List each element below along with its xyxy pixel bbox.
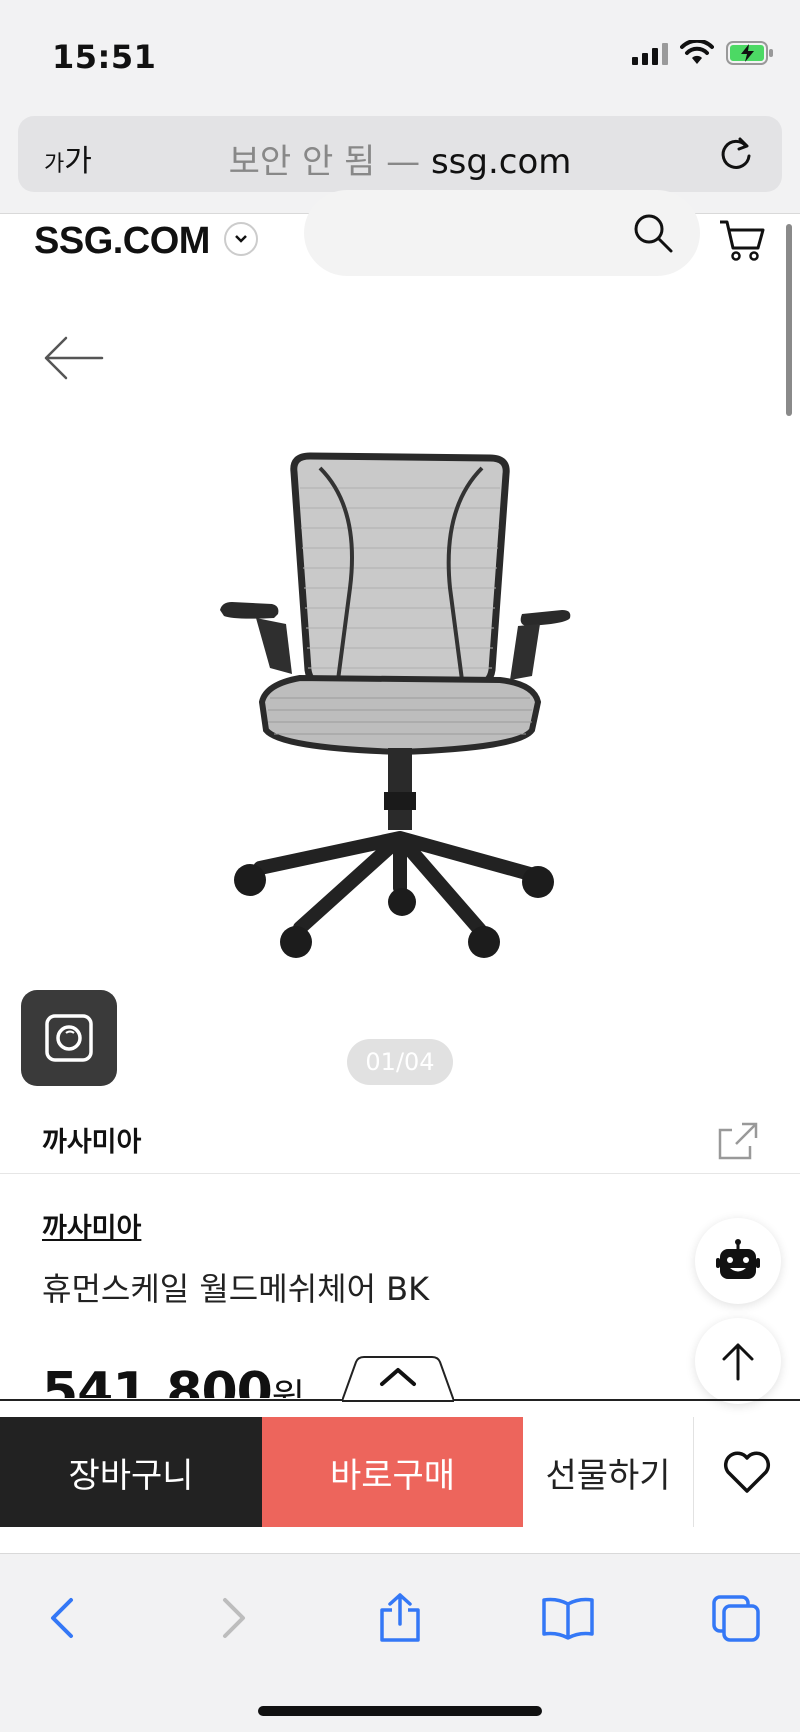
home-indicator <box>258 1706 542 1716</box>
bookmarks-icon <box>542 1597 594 1640</box>
status-icons <box>632 40 774 66</box>
arrow-up-icon <box>722 1343 754 1381</box>
back-arrow-icon[interactable] <box>40 328 106 388</box>
chatbot-icon <box>716 1239 760 1279</box>
safari-back-icon <box>51 1598 73 1638</box>
tabs-icon <box>712 1595 760 1642</box>
browser-top-bar: 15:51 가가 보안 안 됨 — ssg.com <box>0 0 800 214</box>
search-icon[interactable] <box>632 212 674 254</box>
product-title: 휴먼스케일 월드메쉬체어 BK <box>42 1270 430 1308</box>
add-to-cart-button[interactable]: 장바구니 <box>0 1417 262 1527</box>
status-time: 15:51 <box>52 38 157 76</box>
chatbot-button[interactable] <box>695 1218 781 1304</box>
signal-icon <box>632 41 668 65</box>
site-header: SSG.COM <box>0 190 800 284</box>
url-domain: ssg.com <box>430 142 572 182</box>
camera-button[interactable] <box>21 990 117 1086</box>
safari-forward-icon <box>223 1598 245 1638</box>
site-logo[interactable]: SSG.COM <box>34 220 210 263</box>
share-icon[interactable] <box>716 1120 762 1162</box>
price-unit: 원 <box>271 1377 304 1398</box>
safari-share-button[interactable] <box>370 1588 430 1648</box>
brand-row: 까사미아 <box>0 1106 800 1174</box>
tabs-button[interactable] <box>706 1588 766 1648</box>
product-price: 541,800원 <box>42 1362 304 1398</box>
brand-link[interactable]: 까사미아 <box>42 1206 141 1245</box>
cart-icon[interactable] <box>718 218 766 264</box>
scroll-top-button[interactable] <box>695 1318 781 1404</box>
camera-icon <box>45 1014 93 1062</box>
safari-forward-button[interactable] <box>204 1588 264 1648</box>
price-value: 541,800 <box>42 1362 273 1398</box>
gallery-pager: 01/04 <box>347 1039 453 1085</box>
brand-name[interactable]: 까사미아 <box>42 1120 141 1159</box>
address-bar[interactable]: 가가 보안 안 됨 — ssg.com <box>18 116 782 192</box>
wifi-icon <box>680 40 714 64</box>
url-text[interactable]: 보안 안 됨 — ssg.com <box>18 134 782 183</box>
purchase-action-bar: 장바구니 바로구매 선물하기 <box>0 1417 800 1527</box>
bookmarks-button[interactable] <box>538 1588 598 1648</box>
chevron-down-icon[interactable] <box>224 222 258 256</box>
reload-icon[interactable] <box>716 134 756 174</box>
safari-back-button[interactable] <box>32 1588 92 1648</box>
heart-icon <box>723 1451 771 1493</box>
buy-now-button[interactable]: 바로구매 <box>262 1417 523 1527</box>
drawer-handle[interactable] <box>342 1356 454 1402</box>
wishlist-button[interactable] <box>694 1417 800 1527</box>
search-input[interactable] <box>304 190 700 276</box>
browser-bottom-toolbar <box>0 1553 800 1732</box>
page-scrollbar[interactable] <box>786 224 792 416</box>
insecure-label: 보안 안 됨 — <box>228 142 421 182</box>
battery-icon <box>726 41 773 65</box>
product-image[interactable] <box>220 448 580 988</box>
gift-button[interactable]: 선물하기 <box>523 1417 694 1527</box>
safari-share-icon <box>380 1593 420 1642</box>
